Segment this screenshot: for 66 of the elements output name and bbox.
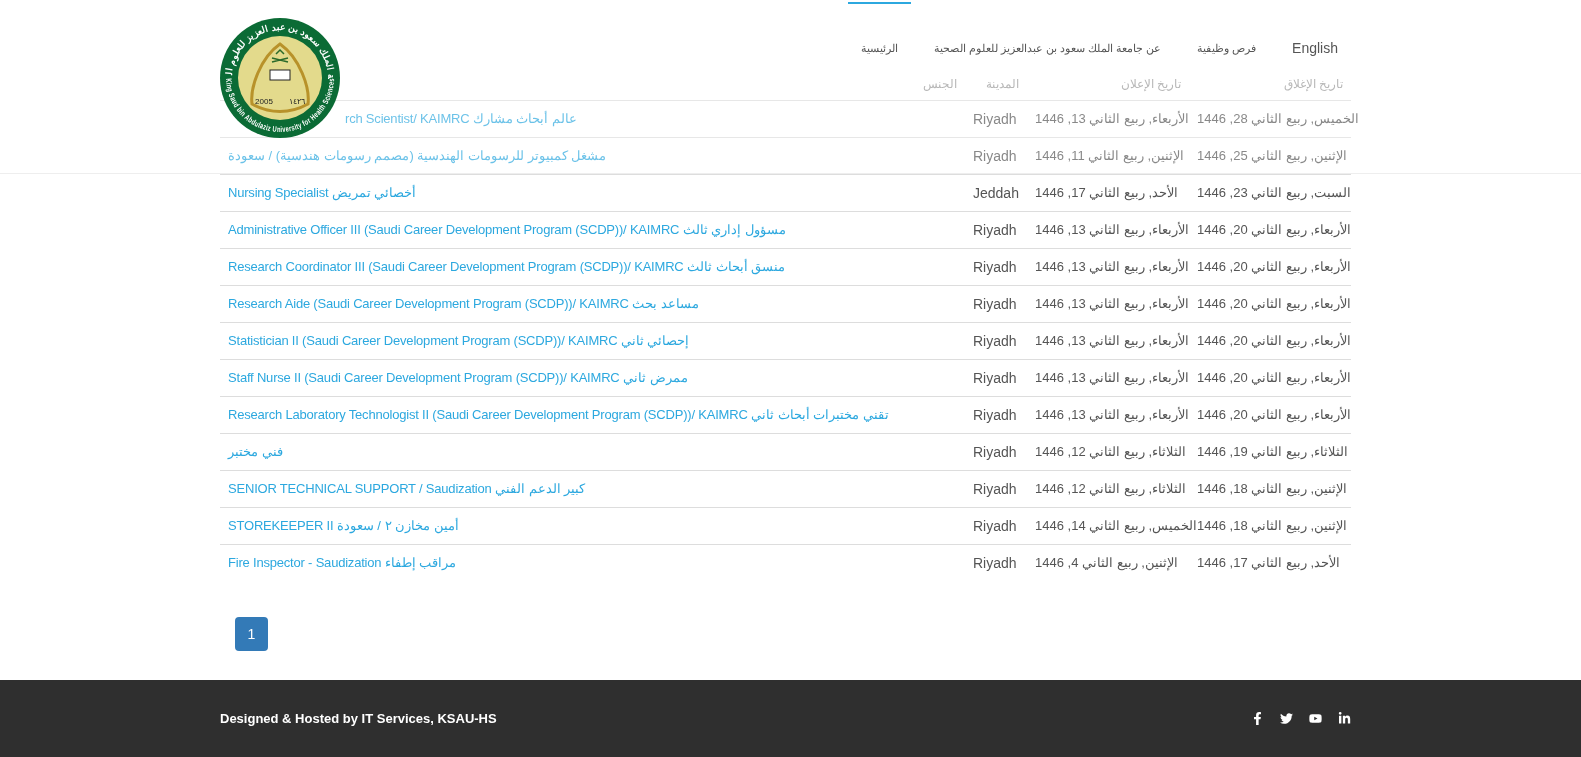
city-cell: Riyadh bbox=[973, 480, 1017, 497]
city-cell: Riyadh bbox=[973, 406, 1017, 423]
posted-date-cell: الأحد, ربيع الثاني 17, 1446 bbox=[1035, 185, 1179, 201]
posted-date-cell: الثلاثاء, ربيع الثاني 12, 1446 bbox=[1035, 444, 1187, 460]
job-title-link[interactable]: Staff Nurse II (Saudi Career Development Program (SCDP))/ KAIMRC ممرض ثاني bbox=[228, 370, 688, 386]
city-cell: Riyadh bbox=[973, 554, 1017, 571]
column-header: تاريخ الإعلان bbox=[1120, 76, 1181, 93]
youtube-icon[interactable] bbox=[1309, 712, 1322, 725]
nav-link[interactable]: فرص وظيفية bbox=[1184, 2, 1270, 59]
closing-date-cell: الأربعاء, ربيع الثاني 20, 1446 bbox=[1197, 333, 1352, 349]
closing-date-cell: الأربعاء, ربيع الثاني 20, 1446 bbox=[1197, 296, 1352, 312]
city-cell: Riyadh bbox=[973, 258, 1017, 275]
facebook-icon[interactable] bbox=[1251, 712, 1264, 725]
city-cell: Riyadh bbox=[973, 110, 1017, 127]
closing-date-cell: الإثنين, ربيع الثاني 25, 1446 bbox=[1197, 148, 1348, 164]
posted-date-cell: الإثنين, ربيع الثاني 11, 1446 bbox=[1035, 148, 1185, 164]
job-title-link[interactable]: rch Scientist/ KAIMRC عالم أبحاث مشارك bbox=[345, 111, 578, 127]
city-cell: Riyadh bbox=[973, 147, 1017, 164]
closing-date-cell: الأربعاء, ربيع الثاني 20, 1446 bbox=[1197, 370, 1352, 386]
posted-date-cell: الثلاثاء, ربيع الثاني 12, 1446 bbox=[1035, 481, 1187, 497]
city-cell: Riyadh bbox=[973, 369, 1017, 386]
closing-date-cell: الإثنين, ربيع الثاني 18, 1446 bbox=[1197, 518, 1348, 534]
posted-date-cell: الأربعاء, ربيع الثاني 13, 1446 bbox=[1035, 259, 1190, 275]
closing-date-cell: الثلاثاء, ربيع الثاني 19, 1446 bbox=[1197, 444, 1349, 460]
city-cell: Riyadh bbox=[973, 295, 1017, 312]
closing-date-cell: الأربعاء, ربيع الثاني 20, 1446 bbox=[1197, 259, 1352, 275]
city-cell: Riyadh bbox=[973, 517, 1017, 534]
column-header: المدينة bbox=[986, 76, 1019, 93]
closing-date-cell: الأربعاء, ربيع الثاني 20, 1446 bbox=[1197, 222, 1352, 238]
nav-link[interactable]: الرئيسية bbox=[847, 2, 911, 59]
posted-date-cell: الأربعاء, ربيع الثاني 13, 1446 bbox=[1035, 370, 1190, 386]
job-title-link[interactable]: مشغل كمبيوتر للرسومات الهندسية (مصمم رسومات هندسية) / سعودة bbox=[228, 148, 607, 164]
posted-date-cell: الأربعاء, ربيع الثاني 13, 1446 bbox=[1035, 333, 1190, 349]
job-title-link[interactable]: Research Laboratory Technologist II (Saudi Career Development Program (SCDP))/ KAIMRC تقني مختبرات أبحاث ثاني bbox=[228, 407, 889, 423]
job-title-link[interactable]: فني مختبر bbox=[228, 444, 283, 460]
page-button[interactable]: 1 bbox=[235, 617, 268, 651]
footer-credit: Designed & Hosted by IT Services, KSAU-HS bbox=[220, 709, 497, 728]
job-title-link[interactable]: Research Coordinator III (Saudi Career Development Program (SCDP))/ KAIMRC منسق أبحاث ثالث bbox=[228, 259, 786, 275]
linkedin-icon[interactable] bbox=[1338, 712, 1351, 725]
job-title-link[interactable]: Statistician II (Saudi Career Development Program (SCDP))/ KAIMRC إحصائي ثاني bbox=[228, 333, 690, 349]
posted-date-cell: الأربعاء, ربيع الثاني 13, 1446 bbox=[1035, 222, 1190, 238]
job-title-link[interactable]: Research Aide (Saudi Career Development Program (SCDP))/ KAIMRC مساعد بحث bbox=[228, 296, 699, 312]
twitter-icon[interactable] bbox=[1280, 712, 1293, 725]
city-cell: Riyadh bbox=[973, 443, 1017, 460]
posted-date-cell: الإثنين, ربيع الثاني 4, 1446 bbox=[1035, 555, 1178, 571]
posted-date-cell: الأربعاء, ربيع الثاني 13, 1446 bbox=[1035, 111, 1190, 127]
job-title-link[interactable]: Administrative Officer III (Saudi Career Development Program (SCDP))/ KAIMRC مسؤول إداري ثالث bbox=[228, 222, 786, 238]
column-header: تاريخ الإغلاق bbox=[1283, 76, 1343, 93]
job-title-link[interactable]: Fire Inspector - Saudization مراقب إطفاء bbox=[228, 555, 457, 571]
nav-link[interactable]: English bbox=[1279, 0, 1351, 61]
city-cell: Riyadh bbox=[973, 332, 1017, 349]
posted-date-cell: الأربعاء, ربيع الثاني 13, 1446 bbox=[1035, 407, 1190, 423]
job-title-link[interactable]: STOREKEEPER II أمين مخازن ٢ / سعودة bbox=[228, 518, 459, 534]
job-title-link[interactable]: SENIOR TECHNICAL SUPPORT / Saudization كبير الدعم الفني bbox=[228, 481, 586, 497]
column-header: الجنس bbox=[923, 76, 957, 93]
closing-date-cell: الأحد, ربيع الثاني 17, 1446 bbox=[1197, 555, 1341, 571]
closing-date-cell: السبت, ربيع الثاني 23, 1446 bbox=[1197, 185, 1352, 201]
city-cell: Jeddah bbox=[973, 184, 1019, 201]
closing-date-cell: الخميس, ربيع الثاني 28, 1446 bbox=[1197, 111, 1360, 127]
closing-date-cell: الأربعاء, ربيع الثاني 20, 1446 bbox=[1197, 407, 1352, 423]
posted-date-cell: الأربعاء, ربيع الثاني 13, 1446 bbox=[1035, 296, 1190, 312]
city-cell: Riyadh bbox=[973, 221, 1017, 238]
closing-date-cell: الإثنين, ربيع الثاني 18, 1446 bbox=[1197, 481, 1348, 497]
posted-date-cell: الخميس, ربيع الثاني 14, 1446 bbox=[1035, 518, 1198, 534]
nav-link[interactable]: عن جامعة الملك سعود بن عبدالعزيز للعلوم الصحية bbox=[920, 2, 1174, 59]
job-title-link[interactable]: Nursing Specialist أخصائي تمريض bbox=[228, 185, 417, 201]
